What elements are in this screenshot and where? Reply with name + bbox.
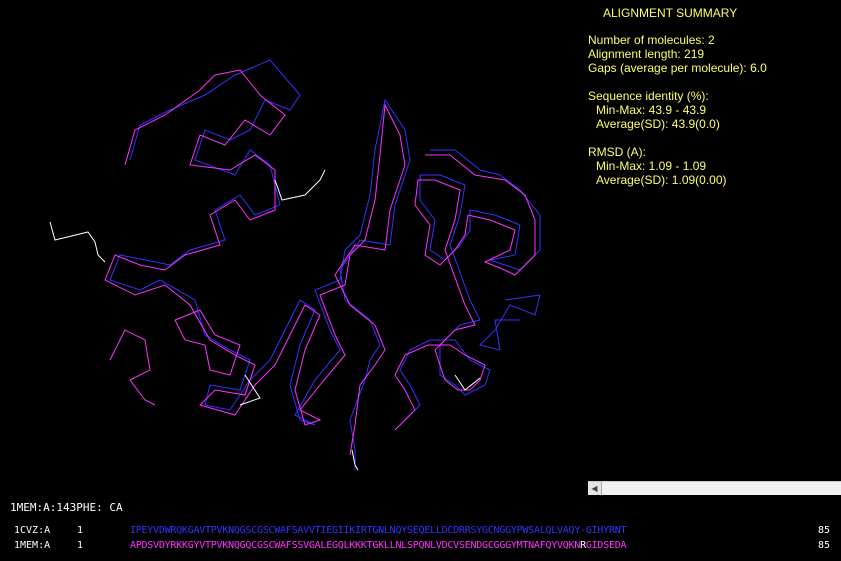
sequence-residues[interactable]: APDSVDYRKKGYVTPVKNQGQCGSCWAFSSVGALEGQLKK… <box>130 539 627 552</box>
sequence-end: 85 <box>818 540 831 551</box>
horizontal-scrollbar[interactable]: ◀ <box>588 481 841 495</box>
sequence-id: 1CVZ:A <box>14 525 51 536</box>
structure-viewer[interactable] <box>0 0 580 480</box>
arrow-left-icon[interactable]: ◀ <box>588 482 602 495</box>
sequence-id: 1MEM:A <box>14 540 51 551</box>
sequence-start: 1 <box>77 525 84 536</box>
rmsd-minmax: Min-Max: 1.09 - 1.09 <box>596 159 707 173</box>
backbone-trace-1mem-c <box>109 329 156 406</box>
sequence-identity-minmax: Min-Max: 43.9 - 43.9 <box>596 103 707 117</box>
backbone-trace-1mem-d <box>174 309 241 376</box>
num-molecules: Number of molecules: 2 <box>588 33 715 47</box>
picked-atom-label: 1MEM:A:143PHE: CA <box>10 501 123 514</box>
unaligned-segment-1 <box>49 221 106 263</box>
sequence-residues[interactable]: IPEYVDWRQKGAVTPVKNQGSCGSCWAFSAVVTIEGIIKI… <box>130 524 627 537</box>
alignment-row-1mem: 1MEM:A 1 APDSVDYRKKGYVTPVKNQGQCGSCWAFSSV… <box>0 539 841 552</box>
backbone-trace-1mem-b <box>394 154 536 431</box>
sequence-identity-header: Sequence identity (%): <box>588 89 709 103</box>
unaligned-segment-2 <box>274 169 326 201</box>
rmsd-header: RMSD (A): <box>588 145 646 159</box>
summary-title: ALIGNMENT SUMMARY <box>603 6 738 20</box>
unaligned-segment-4 <box>454 374 481 391</box>
sequence-end: 85 <box>818 525 831 536</box>
backbone-trace-1cvz-c <box>479 294 541 351</box>
gaps-average: Gaps (average per molecule): 6.0 <box>588 61 767 75</box>
backbone-trace-1cvz-b <box>399 149 541 426</box>
backbone-trace-1cvz <box>109 59 411 470</box>
alignment-summary-panel: ALIGNMENT SUMMARY Number of molecules: 2… <box>588 6 838 187</box>
sequence-identity-average: Average(SD): 43.9(0.0) <box>596 117 720 131</box>
alignment-row-1cvz: 1CVZ:A 1 IPEYVDWRQKGAVTPVKNQGSCGSCWAFSAV… <box>0 524 841 537</box>
sequence-start: 1 <box>77 540 84 551</box>
alignment-length: Alignment length: 219 <box>588 47 705 61</box>
backbone-trace-1mem <box>104 69 406 456</box>
rmsd-average: Average(SD): 1.09(0.00) <box>596 173 727 187</box>
